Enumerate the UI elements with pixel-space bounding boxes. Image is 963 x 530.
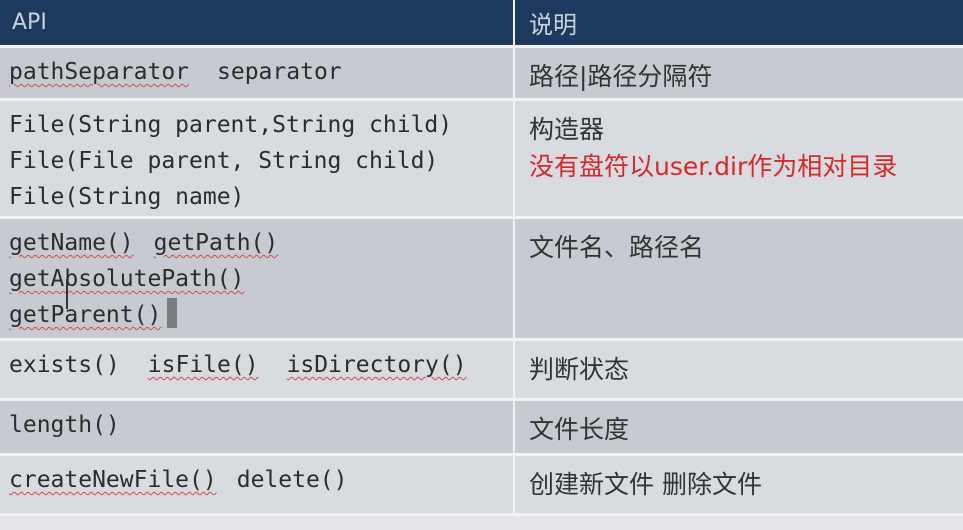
desc-path-separator: 路径|路径分隔符	[529, 62, 713, 91]
desc-names: 文件名、路径名	[529, 233, 705, 262]
desc-cell-create-delete: 创建新文件 删除文件	[515, 456, 963, 516]
api-table: API 说明 pathSeparator separator 路径|路径分隔符 F…	[0, 0, 963, 530]
api-is-directory: isDirectory()	[286, 352, 467, 378]
api-cell-create-delete: createNewFile() delete()	[0, 456, 515, 516]
api-file-constructor-3: File(String name)	[9, 184, 245, 210]
api-get-path: getPath()	[153, 230, 279, 256]
desc-create-delete: 创建新文件 删除文件	[529, 470, 762, 499]
desc-constructor-note: 没有盘符以user.dir作为相对目录	[529, 152, 898, 181]
header-description: 说明	[515, 0, 963, 48]
api-separator: separator	[217, 59, 342, 85]
api-exists: exists()	[9, 352, 120, 378]
desc-cell-names: 文件名、路径名	[515, 219, 963, 341]
table-bottom-strip-right	[515, 516, 963, 530]
api-cell-length: length()	[0, 401, 515, 456]
api-get-name: getName()	[9, 230, 134, 256]
api-is-file: isFile()	[147, 352, 259, 378]
api-file-constructor-2: File(File parent, String child)	[9, 148, 439, 174]
desc-cell-state: 判断状态	[515, 341, 963, 401]
desc-state: 判断状态	[529, 355, 630, 384]
desc-cell-path-separator: 路径|路径分隔符	[515, 48, 963, 101]
api-cell-path-separator: pathSeparator separator	[0, 48, 515, 101]
api-create-new-file: createNewFile()	[9, 467, 217, 493]
api-cell-constructors: File(String parent,String child) File(Fi…	[0, 101, 515, 219]
desc-length: 文件长度	[529, 415, 630, 444]
table-bottom-strip	[0, 516, 515, 530]
api-path-separator: pathSeparator	[9, 59, 190, 85]
api-get-parent: getParent()	[9, 302, 162, 328]
api-cell-names: getName() getPath() getAbsolutePath() get…	[0, 219, 515, 341]
desc-cell-constructors: 构造器 没有盘符以user.dir作为相对目录	[515, 101, 963, 219]
desc-cell-length: 文件长度	[515, 401, 963, 456]
api-cell-state: exists() isFile() isDirectory()	[0, 341, 515, 401]
api-file-constructor-1: File(String parent,String child)	[9, 112, 453, 138]
text-cursor	[167, 298, 178, 328]
desc-constructor: 构造器	[529, 115, 605, 144]
header-api: API	[0, 0, 515, 48]
api-delete: delete()	[236, 467, 348, 493]
api-length: length()	[9, 412, 120, 438]
api-get-absolute-path: getAbsolutePath()	[9, 266, 245, 292]
ibeam-cursor-icon	[66, 279, 68, 309]
